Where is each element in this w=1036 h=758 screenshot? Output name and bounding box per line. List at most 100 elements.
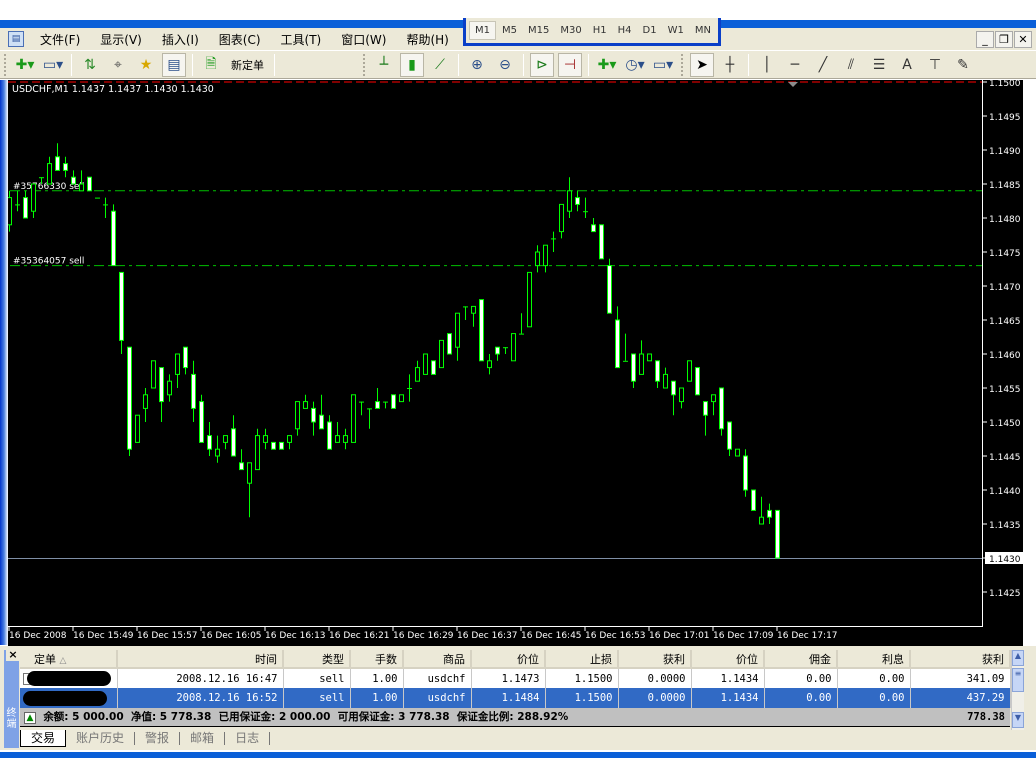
menu-window[interactable]: 窗口(W): [331, 31, 396, 48]
zoom-in-icon[interactable]: ⊕: [465, 53, 489, 77]
price-chart[interactable]: #35766330 sell#35364057 sell1.15001.1495…: [8, 80, 1023, 646]
candle: [775, 509, 780, 559]
menu-file[interactable]: 文件(F): [30, 31, 90, 48]
timeframe-m1[interactable]: M1: [469, 21, 496, 40]
col-current-price[interactable]: 价位: [691, 650, 765, 669]
templates-icon[interactable]: ▭▾: [651, 53, 675, 77]
table-scrollbar[interactable]: ▲ ≡ ▼: [1011, 650, 1024, 730]
close-button[interactable]: ✕: [1014, 31, 1032, 48]
scroll-down-icon[interactable]: ▼: [1012, 712, 1024, 728]
new-chart-icon[interactable]: ✚▾: [13, 53, 37, 77]
navigator-icon[interactable]: ⌖: [106, 53, 130, 77]
market-watch-icon[interactable]: ⇅: [78, 53, 102, 77]
horizontal-line-icon[interactable]: ─: [783, 53, 807, 77]
scroll-up-icon[interactable]: ▲: [1012, 650, 1024, 666]
timeframe-w1[interactable]: W1: [663, 22, 689, 39]
candle-body-bull: [167, 380, 172, 396]
restore-button[interactable]: ❐: [995, 31, 1013, 48]
candle-body-bull: [647, 353, 652, 362]
new-order-button[interactable]: 新定单: [227, 53, 268, 77]
equidistant-channel-icon[interactable]: ⫽: [839, 53, 863, 77]
time-tick-label: 16 Dec 16:05: [201, 631, 262, 641]
redaction-mark: [27, 671, 111, 686]
candlestick-chart-icon[interactable]: ▮: [400, 52, 424, 77]
col-stop-loss[interactable]: 止损: [545, 650, 619, 669]
timeframe-m5[interactable]: M5: [497, 22, 522, 39]
fibonacci-icon[interactable]: ☰: [867, 53, 891, 77]
time-tick-label: 16 Dec 15:57: [137, 631, 198, 641]
col-commission[interactable]: 佣金: [764, 650, 838, 669]
toolbar-grip[interactable]: [363, 53, 366, 76]
price-tick-label: 1.1485: [989, 181, 1021, 191]
cell-time: 2008.12.16 16:52: [117, 688, 284, 708]
cell-time: 2008.12.16 16:47: [117, 668, 284, 688]
table-row[interactable]: 2008.12.16 16:52 sell 1.00 usdchf 1.1484 1.15…: [20, 688, 1011, 708]
col-profit[interactable]: 获利: [910, 650, 1011, 669]
profiles-icon[interactable]: ▭▾: [41, 53, 65, 77]
col-time[interactable]: 时间: [117, 650, 284, 669]
text-label-icon[interactable]: ⊤: [923, 53, 947, 77]
trendline-icon[interactable]: ╱: [811, 53, 835, 77]
zoom-out-icon[interactable]: ⊖: [493, 53, 517, 77]
candle: [135, 414, 140, 443]
col-type[interactable]: 类型: [283, 650, 351, 669]
line-chart-icon[interactable]: ⟋: [428, 53, 452, 77]
new-order-icon[interactable]: 🗎: [199, 53, 223, 77]
col-open-price[interactable]: 价位: [471, 650, 546, 669]
text-icon[interactable]: A: [895, 53, 919, 77]
candle: [527, 271, 532, 328]
redaction-mark: [23, 690, 107, 706]
cell-type: sell: [283, 688, 351, 708]
menu-view[interactable]: 显示(V): [90, 31, 152, 48]
timeframe-d1[interactable]: D1: [638, 22, 662, 39]
terminal-icon[interactable]: ▤: [162, 52, 186, 77]
toolbar-grip[interactable]: [681, 53, 684, 76]
tab-trade[interactable]: 交易: [20, 729, 67, 747]
table-row[interactable]: 2008.12.16 16:47 sell 1.00 usdchf 1.1473 1.15…: [20, 668, 1011, 688]
arrows-icon[interactable]: ✎: [951, 53, 975, 77]
terminal-side-strip[interactable]: [4, 650, 19, 748]
col-swap[interactable]: 利息: [837, 650, 911, 669]
candle-body-bear: [655, 360, 660, 382]
tab-mailbox[interactable]: 邮箱: [180, 731, 226, 745]
tab-alerts[interactable]: 警报: [135, 731, 181, 745]
timeframe-h1[interactable]: H1: [588, 22, 612, 39]
candle-body-bear: [159, 367, 164, 403]
menu-tools[interactable]: 工具(T): [271, 31, 332, 48]
timeframe-h4[interactable]: H4: [613, 22, 637, 39]
col-symbol[interactable]: 商品: [403, 650, 472, 669]
cursor-arrow-icon[interactable]: ➤: [690, 52, 714, 77]
bar-chart-icon[interactable]: ┴: [372, 53, 396, 77]
col-order[interactable]: 定单 △: [20, 650, 118, 669]
tab-account-history[interactable]: 账户历史: [66, 731, 136, 745]
favorites-folder-icon[interactable]: ★: [134, 53, 158, 77]
col-lots[interactable]: 手数: [350, 650, 404, 669]
candle-body-bear: [319, 414, 324, 430]
col-take-profit[interactable]: 获利: [618, 650, 692, 669]
menu-charts[interactable]: 图表(C): [209, 31, 271, 48]
timeframe-m15[interactable]: M15: [523, 22, 554, 39]
menu-help[interactable]: 帮助(H): [396, 31, 458, 48]
periods-clock-icon[interactable]: ◷▾: [623, 53, 647, 77]
timeframe-mn[interactable]: MN: [690, 22, 716, 39]
chart-shift-icon[interactable]: ⊣: [558, 52, 582, 77]
table-header: 定单 △ 时间 类型 手数 商品 价位 止损 获利 价位 佣金 利息 获利: [20, 650, 1011, 669]
chart-window-icon[interactable]: ▤: [8, 31, 24, 47]
candle-body-bull: [679, 387, 684, 403]
menu-insert[interactable]: 插入(I): [152, 31, 209, 48]
terminal-close-icon[interactable]: ×: [6, 648, 20, 661]
vertical-line-icon[interactable]: │: [755, 53, 779, 77]
scroll-thumb[interactable]: ≡: [1012, 668, 1024, 692]
timeframe-m30[interactable]: M30: [555, 22, 586, 39]
crosshair-icon[interactable]: ┼: [718, 53, 742, 77]
candle-body-bull: [535, 251, 540, 267]
auto-scroll-icon[interactable]: ⊳: [530, 52, 554, 77]
candle-body-bull: [31, 183, 36, 212]
indicators-icon[interactable]: ✚▾: [595, 53, 619, 77]
separator: [523, 53, 524, 76]
toolbar-grip[interactable]: [4, 53, 7, 76]
summary-row: ▲ 余额: 5 000.00 净值: 5 778.38 已用保证金: 2 000…: [20, 708, 1010, 727]
candle-body-bear: [279, 441, 284, 450]
minimize-button[interactable]: _: [976, 31, 994, 48]
tab-journal[interactable]: 日志: [225, 731, 271, 745]
